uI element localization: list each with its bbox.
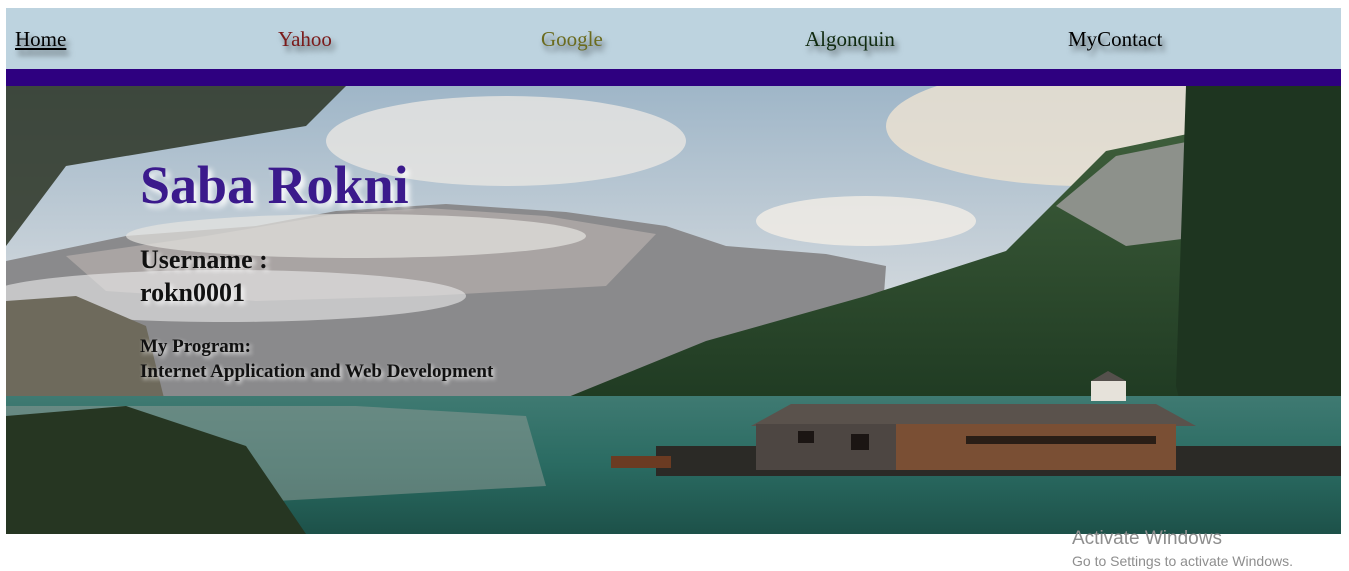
nav-link-mycontact[interactable]: MyContact <box>1068 26 1163 52</box>
watermark-subtitle: Go to Settings to activate Windows. <box>1072 553 1293 569</box>
nav-link-google[interactable]: Google <box>541 26 603 52</box>
hero-banner: Saba Rokni Username : rokn0001 My Progra… <box>6 86 1341 534</box>
top-navigation: Home Yahoo Google Algonquin MyContact <box>6 8 1341 69</box>
username-block: Username : rokn0001 <box>140 243 268 309</box>
username-value: rokn0001 <box>140 278 245 307</box>
profile-name: Saba Rokni <box>140 155 409 215</box>
program-label: My Program: <box>140 336 251 357</box>
program-block: My Program: Internet Application and Web… <box>140 334 493 384</box>
nav-link-yahoo[interactable]: Yahoo <box>278 26 332 52</box>
windows-activation-watermark: Activate Windows Go to Settings to activ… <box>1072 527 1293 571</box>
username-label: Username : <box>140 245 268 274</box>
watermark-title: Activate Windows <box>1072 528 1222 549</box>
nav-divider-bar <box>6 69 1341 86</box>
page: Home Yahoo Google Algonquin MyContact Sa… <box>6 8 1341 534</box>
program-value: Internet Application and Web Development <box>140 361 494 382</box>
nav-link-home[interactable]: Home <box>15 26 66 52</box>
nav-link-algonquin[interactable]: Algonquin <box>805 26 895 52</box>
